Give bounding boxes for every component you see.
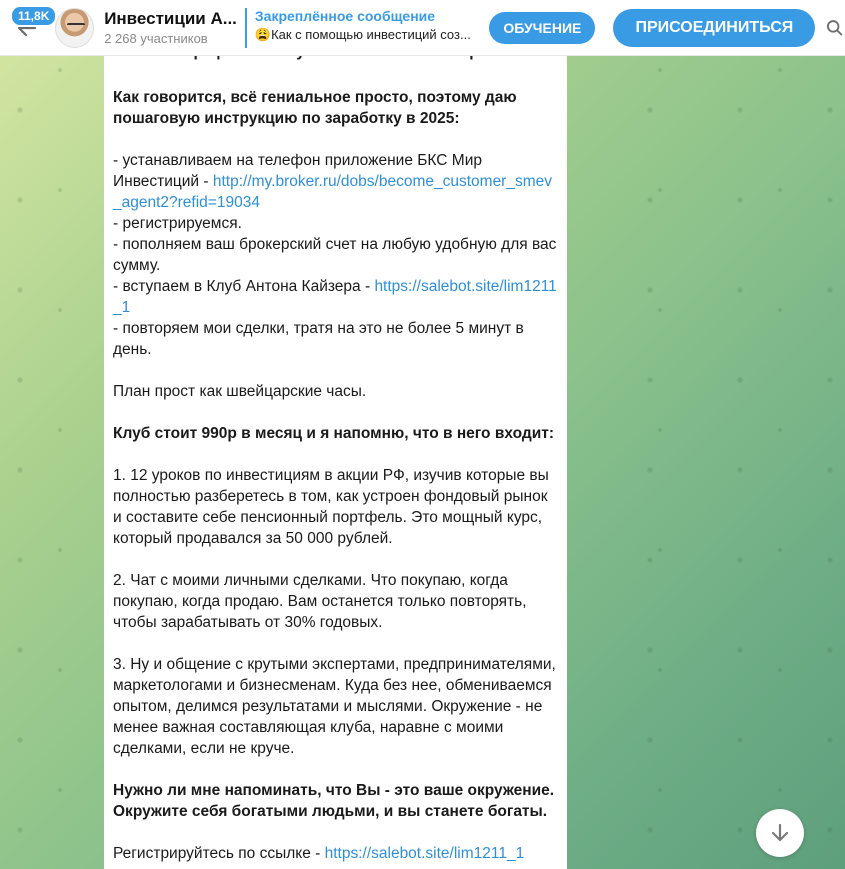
step-2: - регистрируемся. (113, 215, 242, 232)
step-4-text: - вступаем в Клуб Антона Кайзера - (113, 278, 375, 295)
chat-info[interactable]: Инвестиции А... 2 268 участников (104, 9, 237, 46)
message-bubble: сложных графиков и изучения непонятных т… (104, 40, 567, 869)
price-text: Клуб стоит 990р в месяц и я напомню, что… (113, 425, 554, 442)
register-link[interactable]: https://salebot.site/lim1211_1 (325, 845, 525, 862)
back-button[interactable]: 11,8K (0, 0, 58, 56)
plan-text: План прост как швейцарские часы. (113, 383, 367, 400)
chat-title: Инвестиции А... (104, 9, 237, 28)
search-icon[interactable] (825, 18, 845, 38)
unread-badge: 11,8K (10, 4, 58, 27)
members-count: 2 268 участников (104, 31, 208, 46)
step-3: - пополняем ваш брокерский счет на любую… (113, 236, 557, 274)
message-intro: Как говорится, всё гениальное просто, по… (113, 89, 517, 127)
item-1: 1. 12 уроков по инвестициям в акции РФ, … (113, 467, 549, 547)
register-text: Регистрируйтесь по ссылке - (113, 845, 325, 862)
learn-button[interactable]: ОБУЧЕНИЕ (489, 11, 596, 44)
join-button[interactable]: ПРИСОЕДИНИТЬСЯ (613, 8, 816, 47)
avatar[interactable] (54, 7, 95, 48)
steps-list: - устанавливаем на телефон приложение БК… (113, 150, 557, 360)
closing-text: Нужно ли мне напоминать, что Вы - это ва… (113, 782, 555, 820)
register-line: Регистрируйтесь по ссылке - https://sale… (113, 843, 557, 864)
pinned-message[interactable]: Закреплённое сообщение 😩Как с помощью ин… (244, 7, 485, 48)
arrow-down-icon (771, 823, 789, 842)
chat-header: 11,8K Инвестиции А... 2 268 участников З… (0, 0, 845, 56)
step-5: - повторяем мои сделки, тратя на это не … (113, 320, 524, 358)
scroll-down-button[interactable] (756, 809, 804, 857)
item-3: 3. Ну и общение с крутыми экспертами, пр… (113, 656, 556, 757)
pinned-title: Закреплённое сообщение (254, 7, 436, 24)
pinned-text: 😩Как с помощью инвестиций соз... (254, 26, 471, 42)
item-2: 2. Чат с моими личными сделками. Что пок… (113, 572, 527, 631)
